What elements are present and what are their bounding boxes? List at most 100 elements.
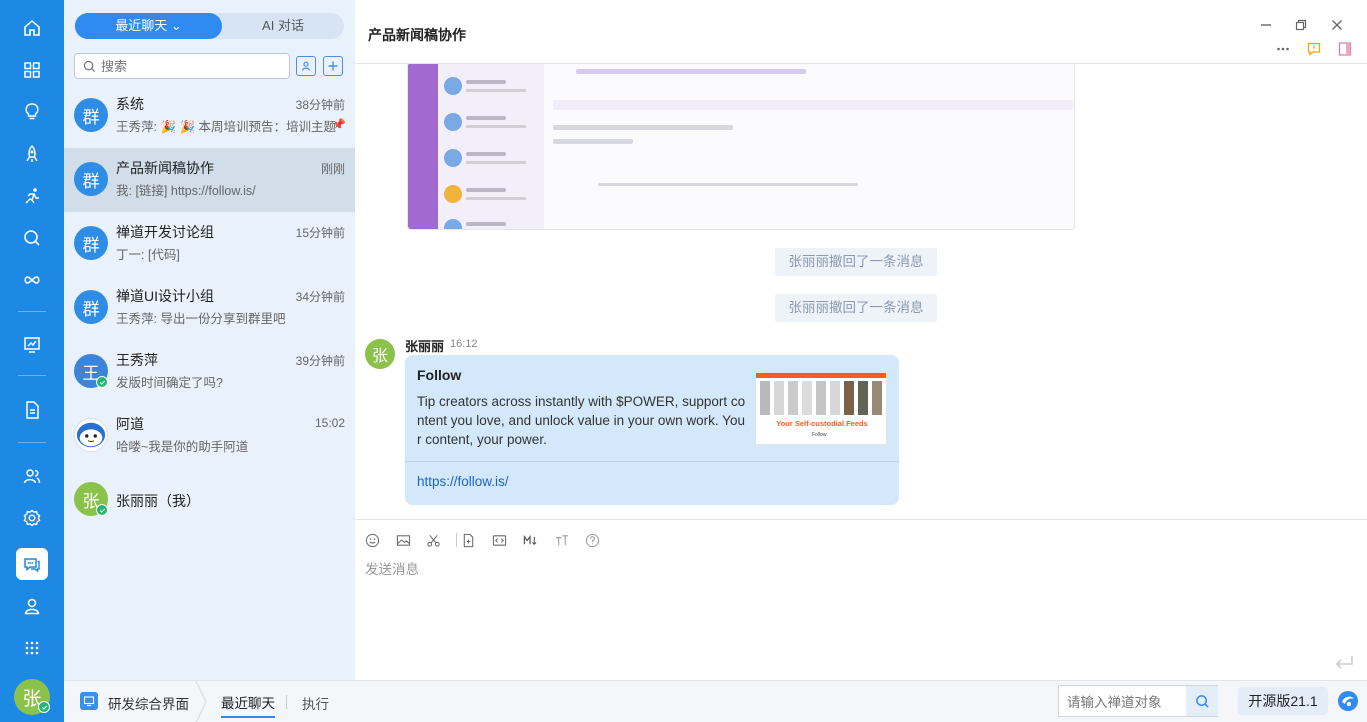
chat-title: 产品新闻稿协作 xyxy=(368,27,466,43)
card-title: Follow xyxy=(417,367,462,383)
screenshot-row xyxy=(444,217,540,229)
user-icon[interactable] xyxy=(16,590,48,622)
close-button[interactable] xyxy=(1329,17,1345,33)
image-button[interactable] xyxy=(394,531,412,549)
minimize-button[interactable] xyxy=(1258,17,1274,33)
link-preview-card[interactable]: Follow Tip creators across instantly wit… xyxy=(405,355,899,505)
chat-window: 产品新闻稿协作 张丽丽撤回了一条消息 张丽丽撤回了一条消息 张 张丽丽 16:1… xyxy=(355,0,1367,680)
sidebar-panel-icon xyxy=(1338,42,1352,56)
chat-item-self[interactable]: 张 张丽丽（我） xyxy=(64,468,355,532)
version-badge[interactable]: 开源版21.1 xyxy=(1238,687,1328,715)
recalled-notice: 张丽丽撤回了一条消息 xyxy=(775,248,937,276)
board-icon[interactable] xyxy=(16,329,48,361)
chat-item-wang-xiuping[interactable]: 王 王秀萍 39分钟前 发版时间确定了吗? xyxy=(64,340,355,404)
notice-button[interactable] xyxy=(1306,41,1322,57)
chat-time: 15:02 xyxy=(314,416,345,430)
apps-icon[interactable] xyxy=(16,632,48,664)
document-icon[interactable] xyxy=(16,394,48,426)
chat-item-adao[interactable]: 阿道 15:02 哈喽~我是你的助手阿道 xyxy=(64,404,355,468)
contacts-button[interactable] xyxy=(296,56,316,76)
more-dots-icon xyxy=(1277,47,1289,51)
file-button[interactable] xyxy=(459,531,477,549)
screenshot-row xyxy=(444,183,540,207)
team-icon[interactable] xyxy=(16,460,48,492)
search-icon[interactable] xyxy=(16,222,48,254)
tab-recent[interactable]: 最近聊天 xyxy=(221,692,275,718)
message-input[interactable] xyxy=(365,558,1345,658)
restore-icon xyxy=(1295,19,1307,31)
scissors-icon xyxy=(426,534,440,547)
thumbnail-brand: Follow xyxy=(812,432,827,438)
thumbnail-caption: Your Self-custodial Feeds xyxy=(776,419,868,428)
tab-recent-chats[interactable]: 最近聊天 ⌄ xyxy=(75,13,222,39)
online-check-icon xyxy=(96,504,108,516)
chat-item-system[interactable]: 群 系统 38分钟前 王秀萍: 🎉 🎉 本周培训预告：培训主题 📌 xyxy=(64,84,355,148)
chat-time: 39分钟前 xyxy=(295,354,345,368)
run-icon[interactable] xyxy=(16,180,48,212)
message-image-screenshot[interactable] xyxy=(407,64,1075,230)
image-icon xyxy=(396,534,410,546)
sidebar-toggle-button[interactable] xyxy=(1337,41,1353,57)
breadcrumb-chevron-icon xyxy=(195,681,207,722)
font-size-button[interactable] xyxy=(552,531,570,549)
screenshot-button[interactable] xyxy=(424,531,442,549)
recalled-notice: 张丽丽撤回了一条消息 xyxy=(775,294,937,322)
new-chat-button[interactable] xyxy=(323,56,343,76)
app-rail: 张 xyxy=(0,0,64,722)
toolbar-divider xyxy=(456,533,457,547)
chat-item-dev-discussion[interactable]: 群 禅道开发讨论组 15分钟前 丁一: [代码] xyxy=(64,212,355,276)
lightbulb-icon[interactable] xyxy=(16,96,48,128)
chat-header: 产品新闻稿协作 xyxy=(355,0,1367,64)
help-button[interactable] xyxy=(583,531,601,549)
global-search-box xyxy=(1058,685,1218,717)
smiley-icon xyxy=(365,533,379,547)
screenshot-file-row xyxy=(576,69,806,74)
chat-icon[interactable] xyxy=(16,548,48,580)
message-time: 16:12 xyxy=(450,338,478,350)
chat-name: 禅道UI设计小组 xyxy=(116,288,214,304)
markdown-button[interactable] xyxy=(521,531,539,549)
rail-divider xyxy=(18,375,46,376)
chat-time: 34分钟前 xyxy=(295,290,345,304)
restore-button[interactable] xyxy=(1293,17,1309,33)
emoji-button[interactable] xyxy=(363,531,381,549)
code-icon xyxy=(492,534,506,546)
app-name[interactable]: 研发综合界面 xyxy=(108,693,189,713)
chat-item-ui-design[interactable]: 群 禅道UI设计小组 34分钟前 王秀萍: 导出一份分享到群里吧 xyxy=(64,276,355,340)
chat-search-input[interactable] xyxy=(101,57,281,75)
card-description: Tip creators across instantly with $POWE… xyxy=(417,394,746,447)
more-options-button[interactable] xyxy=(1275,41,1291,57)
send-enter-icon[interactable] xyxy=(1333,654,1355,672)
online-check-icon xyxy=(96,376,108,388)
home-icon[interactable] xyxy=(16,12,48,44)
tab-ai-chat[interactable]: AI 对话 xyxy=(222,13,344,39)
group-avatar: 群 xyxy=(74,162,108,196)
chat-time: 刚刚 xyxy=(320,162,345,176)
global-search-input[interactable] xyxy=(1067,693,1187,711)
chat-preview: 丁一: [代码] xyxy=(116,248,180,262)
tab-execute[interactable]: 执行 xyxy=(302,693,329,713)
tab-divider xyxy=(286,695,287,709)
rail-divider xyxy=(18,311,46,312)
rocket-icon[interactable] xyxy=(16,138,48,170)
search-icon xyxy=(1195,694,1209,708)
code-button[interactable] xyxy=(490,531,508,549)
minimize-icon xyxy=(1261,24,1271,26)
chat-preview: 哈喽~我是你的助手阿道 xyxy=(116,440,249,454)
global-search-button[interactable] xyxy=(1186,686,1218,716)
chevron-down-icon: ⌄ xyxy=(170,18,182,33)
grid-icon[interactable] xyxy=(16,54,48,86)
screenshot-toolbar xyxy=(553,125,733,130)
zentao-logo-icon[interactable] xyxy=(1337,690,1359,712)
card-link[interactable]: https://follow.is/ xyxy=(417,474,509,489)
chat-item-press-release[interactable]: 群 产品新闻稿协作 刚刚 我: [链接] https://follow.is/ xyxy=(64,148,355,212)
chat-preview: 王秀萍: 🎉 🎉 本周培训预告：培训主题 xyxy=(116,120,336,134)
sender-avatar[interactable]: 张 xyxy=(365,339,395,369)
screenshot-row xyxy=(444,111,540,135)
gear-icon[interactable] xyxy=(16,502,48,534)
infinity-icon[interactable] xyxy=(16,264,48,296)
group-avatar: 群 xyxy=(74,98,108,132)
chat-name: 产品新闻稿协作 xyxy=(116,160,214,176)
app-launcher-icon[interactable] xyxy=(80,692,98,710)
search-icon xyxy=(83,60,96,73)
